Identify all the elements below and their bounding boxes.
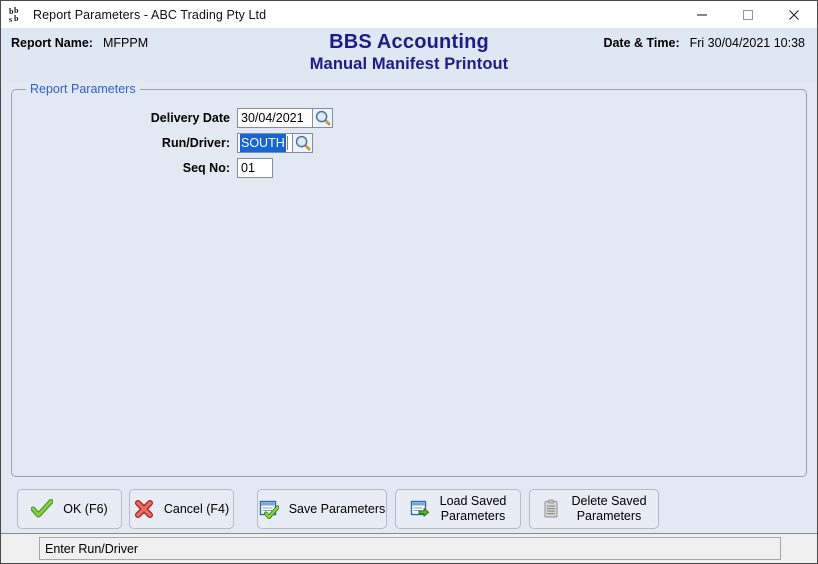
text-input[interactable]: 01 xyxy=(237,158,273,178)
svg-text:b: b xyxy=(14,14,19,23)
field-label: Delivery Date xyxy=(150,111,230,125)
field-label: Run/Driver: xyxy=(161,136,230,150)
parameters-form: Delivery Date 30/04/2021 Run/Driver: SOUTH S… xyxy=(12,106,806,181)
report-name-value: MFPPM xyxy=(102,36,149,50)
title-bar: b b s b Report Parameters - ABC Trading … xyxy=(1,1,817,28)
close-icon xyxy=(789,9,799,20)
datetime-group: Date & Time: Fri 30/04/2021 10:38 xyxy=(603,36,805,50)
report-parameters-window: b b s b Report Parameters - ABC Trading … xyxy=(0,0,818,564)
datetime-value: Fri 30/04/2021 10:38 xyxy=(689,36,805,50)
save-parameters-button[interactable]: Save Parameters xyxy=(257,489,387,529)
load-form-icon xyxy=(410,500,429,517)
form-row: Delivery Date 30/04/2021 xyxy=(12,106,806,130)
button-label: Save Parameters xyxy=(288,501,386,516)
save-form-icon xyxy=(259,500,279,519)
report-name-group: Report Name: MFPPM xyxy=(11,36,148,50)
groupbox-legend: Report Parameters xyxy=(26,82,140,96)
button-label: Cancel (F4) xyxy=(163,501,230,516)
field-label: Seq No: xyxy=(182,161,230,175)
text-caret xyxy=(286,136,288,150)
bbs-logo-icon: b b s b xyxy=(8,5,26,24)
delete-clipboard-icon xyxy=(544,499,559,518)
report-parameters-groupbox: Report Parameters Delivery Date 30/04/202… xyxy=(11,82,807,477)
ok-button[interactable]: OK (F6) xyxy=(17,489,122,529)
button-bar: OK (F6) Cancel (F4) Save Parameters Load Sa… xyxy=(1,485,817,533)
red-x-icon xyxy=(134,500,153,518)
field-group: 01 xyxy=(237,158,273,178)
input-value: 01 xyxy=(241,161,255,175)
delete-saved-parameters-button[interactable]: Delete Saved Parameters xyxy=(529,489,659,529)
magnifier-icon xyxy=(295,135,310,151)
form-row: Run/Driver: SOUTH xyxy=(12,131,806,155)
form-row: Seq No: 01 xyxy=(12,156,806,180)
green-check-icon xyxy=(31,499,54,518)
maximize-button[interactable] xyxy=(725,1,771,28)
button-label: OK (F6) xyxy=(63,501,108,516)
field-group: SOUTH xyxy=(237,133,313,153)
text-input[interactable]: 30/04/2021 xyxy=(237,108,313,128)
field-group: 30/04/2021 xyxy=(237,108,333,128)
datetime-label: Date & Time: xyxy=(603,36,680,50)
body-area: Report Parameters Delivery Date 30/04/202… xyxy=(1,82,817,485)
minimize-button[interactable] xyxy=(679,1,725,28)
window-title: Report Parameters - ABC Trading Pty Ltd xyxy=(33,7,267,22)
minimize-icon xyxy=(697,13,707,16)
load-saved-parameters-button[interactable]: Load Saved Parameters xyxy=(395,489,521,529)
button-label: Load Saved Parameters xyxy=(439,494,507,523)
lookup-button[interactable] xyxy=(293,133,313,153)
window-controls xyxy=(679,1,817,28)
maximize-icon xyxy=(742,9,754,20)
input-value: 30/04/2021 xyxy=(241,111,304,125)
svg-text:s: s xyxy=(9,15,12,24)
report-title: Manual Manifest Printout xyxy=(309,55,509,73)
close-button[interactable] xyxy=(771,1,817,28)
text-input[interactable]: SOUTH xyxy=(237,133,293,153)
status-pane: Enter Run/Driver xyxy=(39,537,781,560)
status-message: Enter Run/Driver xyxy=(45,541,139,556)
status-bar: Enter Run/Driver xyxy=(1,533,817,563)
report-name-label: Report Name: xyxy=(11,36,93,50)
cancel-button[interactable]: Cancel (F4) xyxy=(129,489,234,529)
selected-text: SOUTH xyxy=(240,134,286,152)
button-label: Delete Saved Parameters xyxy=(571,494,647,523)
lookup-button[interactable] xyxy=(313,108,333,128)
report-header: Report Name: MFPPM BBS Accounting Manual… xyxy=(1,28,817,83)
magnifier-icon xyxy=(315,110,330,126)
